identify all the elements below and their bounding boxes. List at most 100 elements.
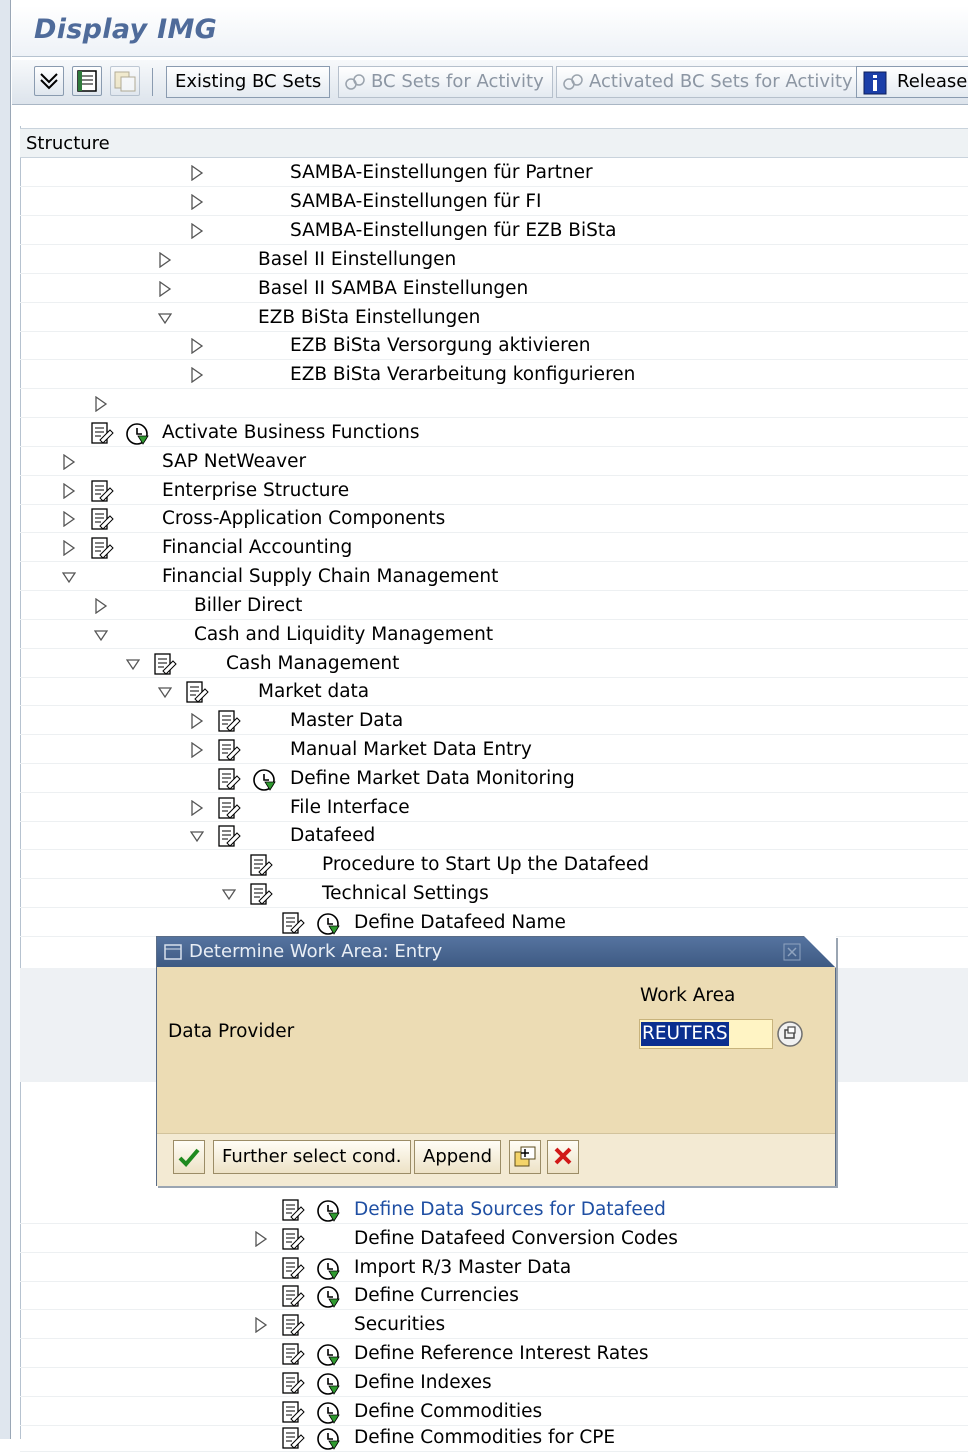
tree-node-label[interactable]: Define Commodities — [354, 1398, 542, 1426]
documentation-icon[interactable] — [280, 911, 306, 937]
bc-sets-for-activity-button[interactable]: BC Sets for Activity — [338, 66, 553, 98]
tree-node-label[interactable]: Master Data — [290, 707, 403, 735]
further-select-cond-button[interactable]: Further select cond. — [213, 1140, 411, 1174]
tree-row[interactable]: SAMBA-Einstellungen für EZB BiSta — [20, 217, 968, 245]
tree-row[interactable]: SAP NetWeaver — [20, 448, 968, 476]
expand-node-icon[interactable] — [94, 395, 108, 413]
documentation-icon[interactable] — [280, 1227, 306, 1253]
documentation-icon[interactable] — [280, 1313, 306, 1339]
tree-row[interactable]: Define Datafeed Conversion Codes — [20, 1225, 968, 1253]
tree-row[interactable]: Define Reference Interest Rates — [20, 1340, 968, 1368]
execute-activity-icon[interactable] — [316, 911, 342, 937]
tree-node-label[interactable]: Define Data Sources for Datafeed — [354, 1196, 666, 1224]
documentation-icon[interactable] — [89, 507, 115, 533]
documentation-icon[interactable] — [216, 767, 242, 793]
tree-row[interactable]: Cross-Application Components — [20, 505, 968, 533]
documentation-icon[interactable] — [280, 1400, 306, 1426]
tree-row[interactable]: EZB BiSta Verarbeitung konfigurieren — [20, 361, 968, 389]
tree-row[interactable]: Import R/3 Master Data — [20, 1254, 968, 1282]
tree-row[interactable]: Define Market Data Monitoring — [20, 765, 968, 793]
documentation-icon[interactable] — [248, 853, 274, 879]
expand-node-icon[interactable] — [190, 193, 204, 211]
tree-row[interactable]: Financial Accounting — [20, 534, 968, 562]
expand-node-icon[interactable] — [254, 1316, 268, 1334]
execute-activity-icon[interactable] — [125, 421, 151, 447]
tree-row[interactable]: Master Data — [20, 707, 968, 735]
activated-bc-sets-button[interactable]: Activated BC Sets for Activity — [556, 66, 862, 98]
existing-bc-sets-button[interactable]: Existing BC Sets — [166, 66, 331, 98]
tree-node-label[interactable]: EZB BiSta Versorgung aktivieren — [290, 332, 590, 360]
tree-node-label[interactable]: SAMBA-Einstellungen für FI — [290, 188, 541, 216]
tree-row[interactable]: Cash and Liquidity Management — [20, 621, 968, 649]
value-help-button[interactable] — [776, 1019, 804, 1049]
tree-node-label[interactable]: File Interface — [290, 794, 410, 822]
documentation-icon[interactable] — [248, 882, 274, 908]
tree-node-label[interactable]: Cash Management — [226, 650, 399, 678]
collapse-node-icon[interactable] — [125, 656, 141, 672]
tree-row[interactable]: Procedure to Start Up the Datafeed — [20, 851, 968, 879]
tree-row[interactable]: Define Commodities — [20, 1398, 968, 1426]
documentation-icon[interactable] — [89, 421, 115, 447]
tree-row[interactable]: Datafeed — [20, 822, 968, 850]
tree-node-label[interactable]: SAMBA-Einstellungen für EZB BiSta — [290, 217, 616, 245]
expand-node-icon[interactable] — [190, 164, 204, 182]
collapse-node-icon[interactable] — [189, 828, 205, 844]
tree-node-label[interactable]: Securities — [354, 1311, 445, 1339]
close-icon[interactable] — [783, 943, 801, 961]
tree-node-label[interactable]: Financial Accounting — [162, 534, 352, 562]
tree-row[interactable]: Activate Business Functions — [20, 419, 968, 447]
collapse-node-icon[interactable] — [61, 569, 77, 585]
tree-row[interactable]: Cash Management — [20, 650, 968, 678]
documentation-icon[interactable] — [184, 680, 210, 706]
tree-node-label[interactable]: Basel II SAMBA Einstellungen — [258, 275, 528, 303]
tree-node-label[interactable]: Define Datafeed Name — [354, 909, 566, 937]
continue-button[interactable] — [173, 1140, 205, 1174]
tree-row[interactable]: EZB BiSta Versorgung aktivieren — [20, 332, 968, 360]
expand-subtree-button[interactable] — [34, 66, 64, 96]
documentation-icon[interactable] — [216, 738, 242, 764]
tree-row[interactable]: Basel II Einstellungen — [20, 246, 968, 274]
expand-node-icon[interactable] — [62, 482, 76, 500]
tree-node-label[interactable]: Cross-Application Components — [162, 505, 445, 533]
tree-node-label[interactable]: Define Market Data Monitoring — [290, 765, 575, 793]
execute-activity-icon[interactable] — [316, 1400, 342, 1426]
execute-activity-icon[interactable] — [316, 1284, 342, 1310]
expand-node-icon[interactable] — [62, 539, 76, 557]
document-button[interactable] — [72, 66, 102, 96]
documentation-icon[interactable] — [280, 1256, 306, 1282]
documentation-icon[interactable] — [216, 709, 242, 735]
tree-row[interactable]: Manual Market Data Entry — [20, 736, 968, 764]
documentation-icon[interactable] — [89, 536, 115, 562]
execute-activity-icon[interactable] — [316, 1426, 342, 1452]
cancel-button[interactable] — [547, 1140, 579, 1174]
execute-activity-icon[interactable] — [316, 1198, 342, 1224]
tree-node-label[interactable]: Enterprise Structure — [162, 477, 349, 505]
expand-node-icon[interactable] — [190, 222, 204, 240]
tree-row[interactable]: Financial Supply Chain Management — [20, 563, 968, 591]
collapse-node-icon[interactable] — [157, 684, 173, 700]
expand-node-icon[interactable] — [190, 741, 204, 759]
tree-row[interactable]: Define Indexes — [20, 1369, 968, 1397]
execute-activity-icon[interactable] — [252, 767, 278, 793]
tree-node-label[interactable]: EZB BiSta Einstellungen — [258, 304, 480, 332]
execute-activity-icon[interactable] — [316, 1371, 342, 1397]
documentation-icon[interactable] — [280, 1342, 306, 1368]
expand-node-icon[interactable] — [94, 597, 108, 615]
expand-node-icon[interactable] — [62, 453, 76, 471]
execute-activity-icon[interactable] — [316, 1342, 342, 1368]
tree-row[interactable]: Define Commodities for CPE — [20, 1424, 968, 1452]
documentation-icon[interactable] — [280, 1198, 306, 1224]
expand-node-icon[interactable] — [190, 337, 204, 355]
tree-node-label[interactable]: Cash and Liquidity Management — [194, 621, 493, 649]
tree-node-label[interactable]: Basel II Einstellungen — [258, 246, 456, 274]
tree-node-label[interactable]: SAP NetWeaver — [162, 448, 306, 476]
tree-node-label[interactable]: Biller Direct — [194, 592, 302, 620]
tree-node-label[interactable]: Define Indexes — [354, 1369, 492, 1397]
execute-activity-icon[interactable] — [316, 1256, 342, 1282]
tree-node-label[interactable]: Define Currencies — [354, 1282, 519, 1310]
tree-node-label[interactable]: Technical Settings — [322, 880, 489, 908]
expand-node-icon[interactable] — [254, 1230, 268, 1248]
documentation-icon[interactable] — [216, 796, 242, 822]
tree-row[interactable]: SAMBA-Einstellungen für Partner — [20, 159, 968, 187]
tree-row[interactable]: Basel II SAMBA Einstellungen — [20, 275, 968, 303]
